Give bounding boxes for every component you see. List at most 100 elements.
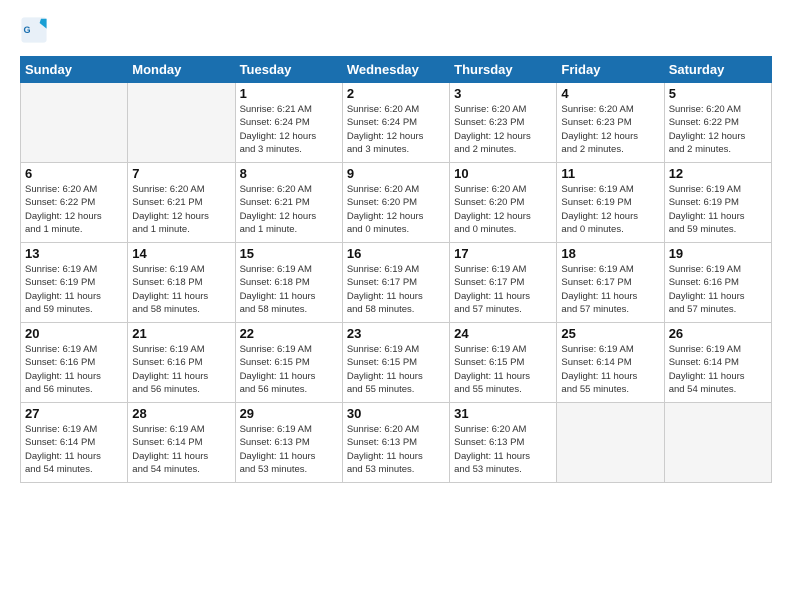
day-number: 13 [25,246,123,261]
calendar-week-row: 27 Sunrise: 6:19 AM Sunset: 6:14 PM Dayli… [21,403,772,483]
calendar-cell: 7Sunrise: 6:20 AM Sunset: 6:21 PM Daylig… [128,163,235,243]
day-number: 18 [561,246,659,261]
calendar-cell: 6 Sunrise: 6:20 AM Sunset: 6:22 PM Daylig… [21,163,128,243]
calendar-cell: 2 Sunrise: 6:20 AM Sunset: 6:24 PM Daylig… [342,83,449,163]
calendar-cell: 5Sunrise: 6:20 AM Sunset: 6:22 PM Daylig… [664,83,771,163]
day-info: Sunrise: 6:21 AM Sunset: 6:24 PM Dayligh… [240,103,338,156]
calendar-cell: 23 Sunrise: 6:19 AM Sunset: 6:15 PM Dayli… [342,323,449,403]
svg-text:G: G [24,25,31,35]
calendar-cell: 20 Sunrise: 6:19 AM Sunset: 6:16 PM Dayli… [21,323,128,403]
calendar-cell: 17Sunrise: 6:19 AM Sunset: 6:17 PM Dayli… [450,243,557,323]
day-info: Sunrise: 6:20 AM Sunset: 6:24 PM Dayligh… [347,103,445,156]
calendar-cell: 12Sunrise: 6:19 AM Sunset: 6:19 PM Dayli… [664,163,771,243]
day-info: Sunrise: 6:19 AM Sunset: 6:15 PM Dayligh… [347,343,445,396]
calendar-cell: 3Sunrise: 6:20 AM Sunset: 6:23 PM Daylig… [450,83,557,163]
day-info: Sunrise: 6:20 AM Sunset: 6:20 PM Dayligh… [347,183,445,236]
calendar-cell: 31 Sunrise: 6:20 AM Sunset: 6:13 PM Dayli… [450,403,557,483]
day-info: Sunrise: 6:20 AM Sunset: 6:21 PM Dayligh… [132,183,230,236]
day-info: Sunrise: 6:20 AM Sunset: 6:23 PM Dayligh… [561,103,659,156]
logo: G [20,16,52,44]
calendar-cell: 26 Sunrise: 6:19 AM Sunset: 6:14 PM Dayli… [664,323,771,403]
weekday-header: Monday [128,57,235,83]
day-number: 10 [454,166,552,181]
day-number: 28 [132,406,230,421]
day-info: Sunrise: 6:20 AM Sunset: 6:21 PM Dayligh… [240,183,338,236]
day-number: 26 [669,326,767,341]
calendar-cell: 19Sunrise: 6:19 AM Sunset: 6:16 PM Dayli… [664,243,771,323]
page-header: G [20,16,772,44]
day-info: Sunrise: 6:19 AM Sunset: 6:14 PM Dayligh… [25,423,123,476]
calendar-cell [557,403,664,483]
weekday-header: Friday [557,57,664,83]
calendar-cell: 14Sunrise: 6:19 AM Sunset: 6:18 PM Dayli… [128,243,235,323]
weekday-header: Saturday [664,57,771,83]
day-info: Sunrise: 6:20 AM Sunset: 6:22 PM Dayligh… [25,183,123,236]
day-number: 15 [240,246,338,261]
day-info: Sunrise: 6:19 AM Sunset: 6:17 PM Dayligh… [561,263,659,316]
day-number: 1 [240,86,338,101]
day-info: Sunrise: 6:19 AM Sunset: 6:13 PM Dayligh… [240,423,338,476]
day-number: 12 [669,166,767,181]
day-info: Sunrise: 6:19 AM Sunset: 6:15 PM Dayligh… [240,343,338,396]
calendar-cell: 27 Sunrise: 6:19 AM Sunset: 6:14 PM Dayli… [21,403,128,483]
day-info: Sunrise: 6:19 AM Sunset: 6:16 PM Dayligh… [132,343,230,396]
calendar-week-row: 13 Sunrise: 6:19 AM Sunset: 6:19 PM Dayli… [21,243,772,323]
day-number: 22 [240,326,338,341]
day-number: 30 [347,406,445,421]
calendar-cell: 13 Sunrise: 6:19 AM Sunset: 6:19 PM Dayli… [21,243,128,323]
calendar-cell: 9 Sunrise: 6:20 AM Sunset: 6:20 PM Daylig… [342,163,449,243]
day-info: Sunrise: 6:19 AM Sunset: 6:17 PM Dayligh… [347,263,445,316]
day-number: 11 [561,166,659,181]
day-info: Sunrise: 6:19 AM Sunset: 6:14 PM Dayligh… [561,343,659,396]
day-info: Sunrise: 6:20 AM Sunset: 6:20 PM Dayligh… [454,183,552,236]
day-number: 16 [347,246,445,261]
calendar-cell: 11 Sunrise: 6:19 AM Sunset: 6:19 PM Dayli… [557,163,664,243]
calendar-cell: 24 Sunrise: 6:19 AM Sunset: 6:15 PM Dayli… [450,323,557,403]
calendar-cell: 8Sunrise: 6:20 AM Sunset: 6:21 PM Daylig… [235,163,342,243]
calendar-week-row: 1 Sunrise: 6:21 AM Sunset: 6:24 PM Daylig… [21,83,772,163]
day-info: Sunrise: 6:19 AM Sunset: 6:14 PM Dayligh… [132,423,230,476]
day-number: 14 [132,246,230,261]
calendar-cell: 16 Sunrise: 6:19 AM Sunset: 6:17 PM Dayli… [342,243,449,323]
calendar-cell: 25 Sunrise: 6:19 AM Sunset: 6:14 PM Dayli… [557,323,664,403]
calendar-cell: 22 Sunrise: 6:19 AM Sunset: 6:15 PM Dayli… [235,323,342,403]
calendar-cell: 30Sunrise: 6:20 AM Sunset: 6:13 PM Dayli… [342,403,449,483]
day-number: 23 [347,326,445,341]
day-number: 3 [454,86,552,101]
day-number: 2 [347,86,445,101]
calendar-week-row: 6 Sunrise: 6:20 AM Sunset: 6:22 PM Daylig… [21,163,772,243]
day-info: Sunrise: 6:19 AM Sunset: 6:16 PM Dayligh… [25,343,123,396]
day-info: Sunrise: 6:19 AM Sunset: 6:19 PM Dayligh… [25,263,123,316]
day-info: Sunrise: 6:19 AM Sunset: 6:19 PM Dayligh… [561,183,659,236]
day-number: 9 [347,166,445,181]
calendar-cell: 10 Sunrise: 6:20 AM Sunset: 6:20 PM Dayli… [450,163,557,243]
calendar-cell [664,403,771,483]
weekday-header: Wednesday [342,57,449,83]
calendar-week-row: 20 Sunrise: 6:19 AM Sunset: 6:16 PM Dayli… [21,323,772,403]
calendar-cell: 21 Sunrise: 6:19 AM Sunset: 6:16 PM Dayli… [128,323,235,403]
day-info: Sunrise: 6:19 AM Sunset: 6:18 PM Dayligh… [240,263,338,316]
calendar-cell: 18 Sunrise: 6:19 AM Sunset: 6:17 PM Dayli… [557,243,664,323]
day-number: 24 [454,326,552,341]
calendar-cell: 28 Sunrise: 6:19 AM Sunset: 6:14 PM Dayli… [128,403,235,483]
calendar-cell: 1 Sunrise: 6:21 AM Sunset: 6:24 PM Daylig… [235,83,342,163]
day-info: Sunrise: 6:20 AM Sunset: 6:22 PM Dayligh… [669,103,767,156]
day-info: Sunrise: 6:19 AM Sunset: 6:14 PM Dayligh… [669,343,767,396]
day-number: 21 [132,326,230,341]
weekday-header: Tuesday [235,57,342,83]
day-number: 31 [454,406,552,421]
calendar-cell: 29Sunrise: 6:19 AM Sunset: 6:13 PM Dayli… [235,403,342,483]
day-info: Sunrise: 6:20 AM Sunset: 6:13 PM Dayligh… [454,423,552,476]
calendar-table: SundayMondayTuesdayWednesdayThursdayFrid… [20,56,772,483]
day-number: 25 [561,326,659,341]
day-info: Sunrise: 6:19 AM Sunset: 6:15 PM Dayligh… [454,343,552,396]
day-number: 20 [25,326,123,341]
day-number: 6 [25,166,123,181]
day-info: Sunrise: 6:19 AM Sunset: 6:17 PM Dayligh… [454,263,552,316]
day-number: 4 [561,86,659,101]
calendar-cell [21,83,128,163]
day-info: Sunrise: 6:19 AM Sunset: 6:16 PM Dayligh… [669,263,767,316]
weekday-header: Sunday [21,57,128,83]
calendar-cell: 4 Sunrise: 6:20 AM Sunset: 6:23 PM Daylig… [557,83,664,163]
day-number: 27 [25,406,123,421]
